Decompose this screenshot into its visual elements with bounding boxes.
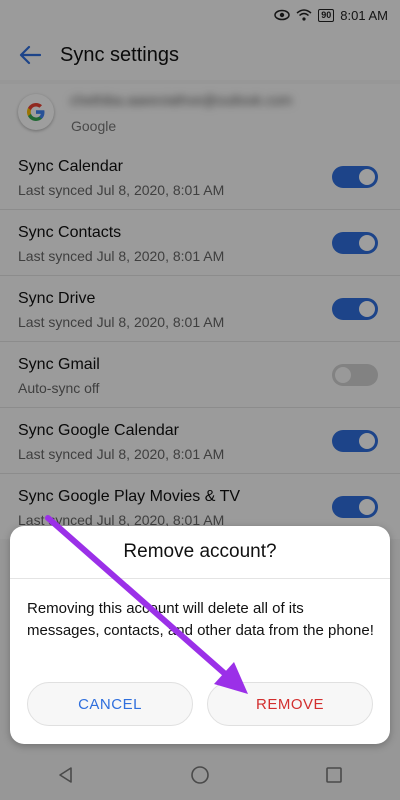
nav-recents-icon[interactable] — [325, 766, 343, 789]
dialog-message: Removing this account will delete all of… — [27, 600, 374, 639]
remove-account-dialog: Remove account? Removing this account wi… — [10, 526, 390, 744]
nav-home-icon[interactable] — [190, 765, 210, 790]
dialog-title: Remove account? — [10, 526, 390, 579]
remove-button[interactable]: REMOVE — [207, 682, 373, 726]
nav-back-icon[interactable] — [57, 766, 75, 789]
cancel-button[interactable]: CANCEL — [27, 682, 193, 726]
navigation-bar — [0, 754, 400, 800]
